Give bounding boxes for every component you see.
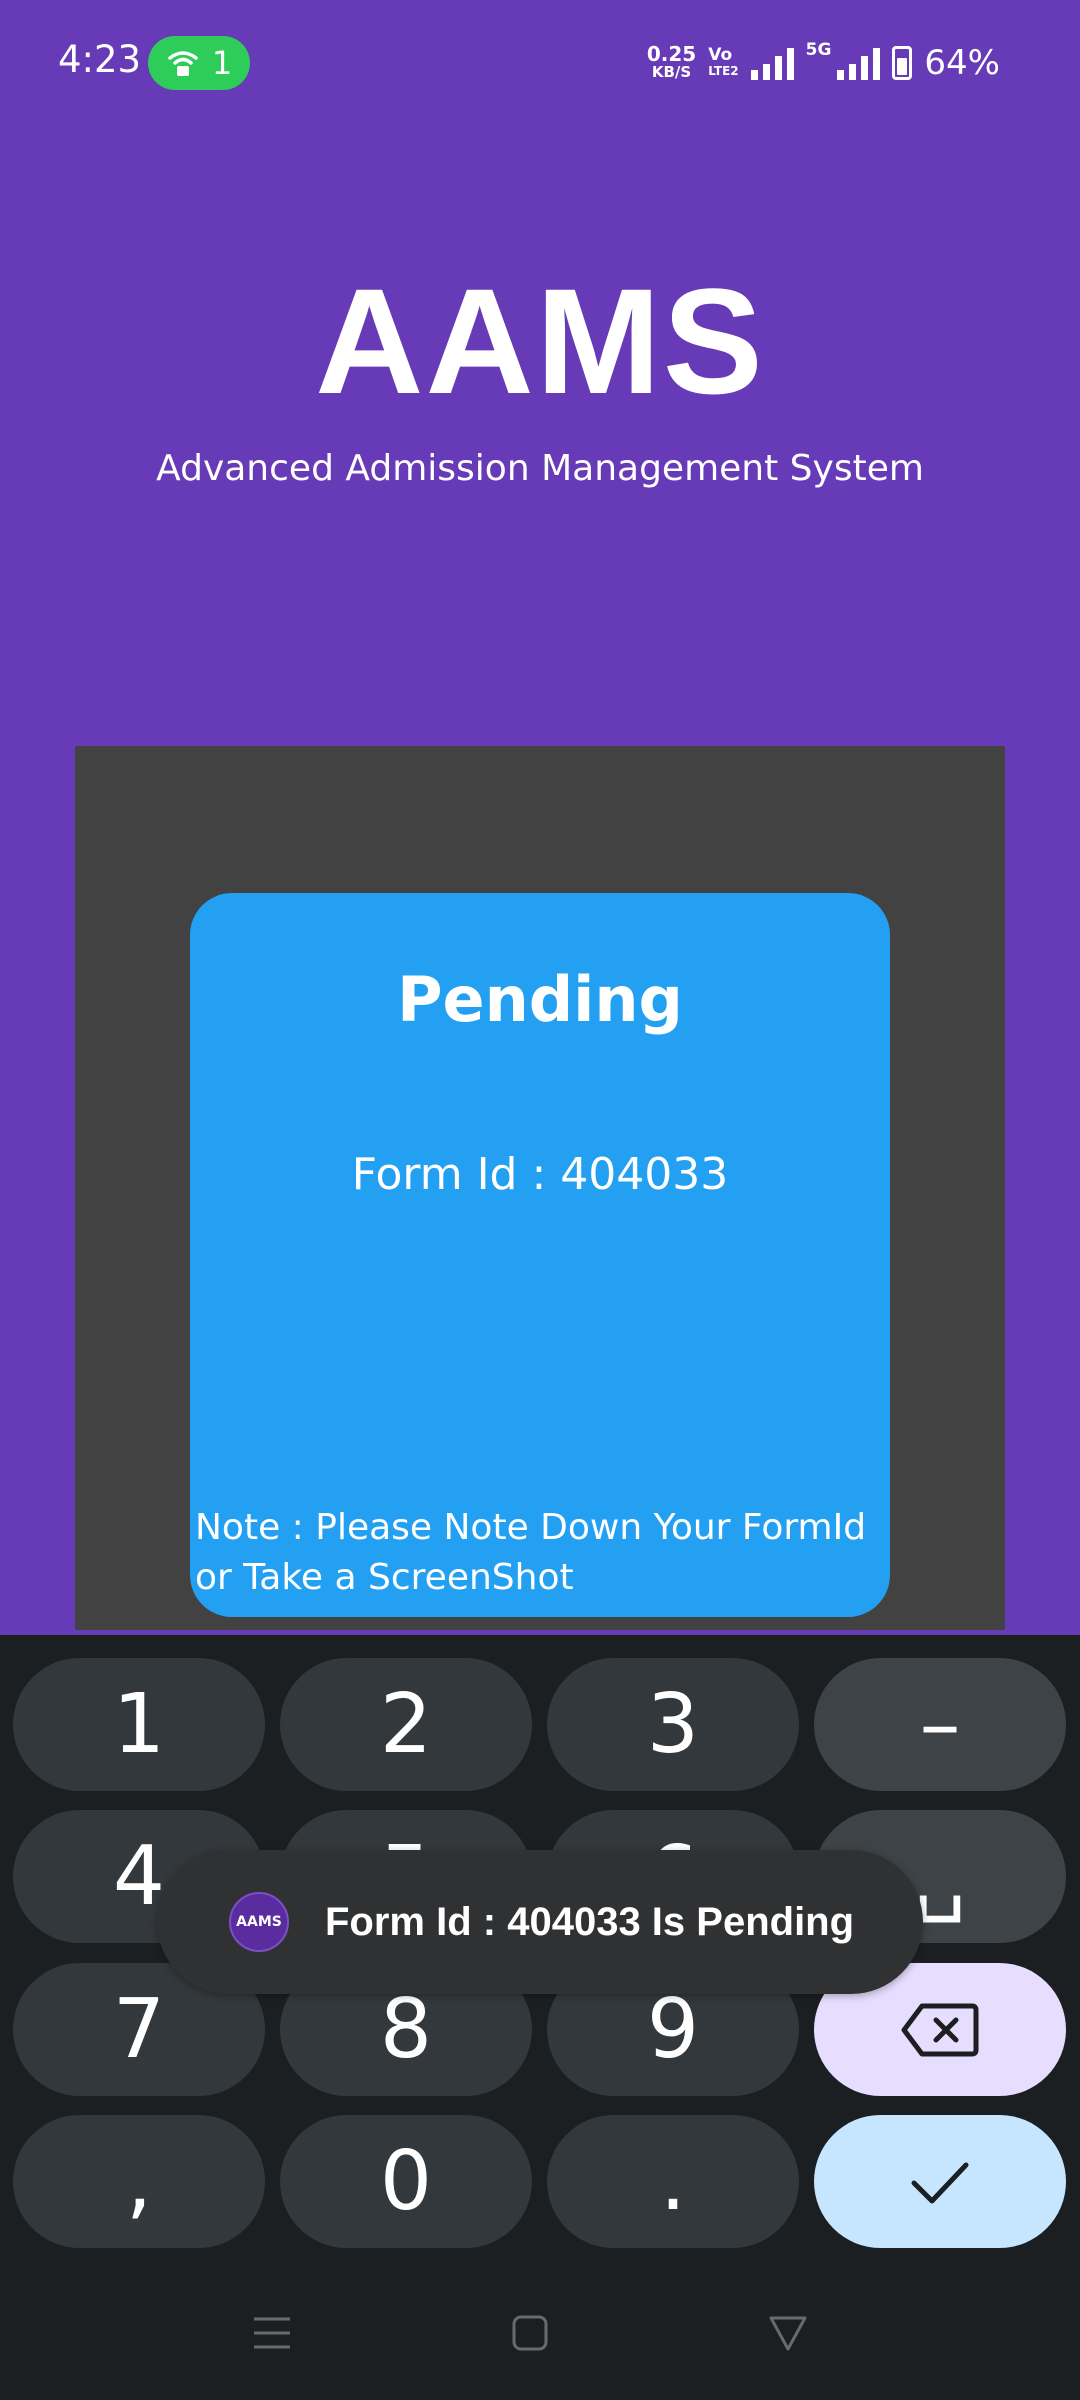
navigation-bar (0, 2265, 1080, 2400)
key-3[interactable]: 3 (547, 1658, 799, 1791)
key-period[interactable]: . (547, 2115, 799, 2248)
battery-percent: 64% (924, 43, 1000, 83)
key-1[interactable]: 1 (13, 1658, 265, 1791)
toast-text: Form Id : 404033 Is Pending (325, 1900, 855, 1944)
toast-message: AAMS Form Id : 404033 Is Pending (157, 1850, 923, 1994)
hotspot-icon (168, 51, 198, 76)
key-2[interactable]: 2 (280, 1658, 532, 1791)
speed-unit: KB/S (651, 63, 692, 81)
status-bar: 4:23 1 0.25 KB/S Vo LTE2 5G 64% (0, 0, 1080, 128)
battery-icon (892, 46, 913, 80)
checkmark-icon (911, 2162, 969, 2203)
key-0[interactable]: 0 (280, 2115, 532, 2248)
app-title: AAMS (315, 257, 765, 425)
status-title: Pending (397, 963, 683, 1036)
volte-bottom: LTE2 (708, 64, 739, 78)
note-text: Note : Please Note Down Your FormId or T… (195, 1507, 867, 1598)
hotspot-indicator: 1 (148, 36, 250, 90)
backspace-icon (901, 2003, 979, 2056)
back-icon (769, 2316, 807, 2351)
menu-icon (254, 2317, 290, 2349)
form-id-label: Form Id : 404033 (351, 1149, 729, 1200)
home-icon (512, 2315, 548, 2351)
key-minus[interactable]: – (814, 1658, 1066, 1791)
done-button[interactable] (814, 2115, 1066, 2248)
signal-icon (750, 46, 794, 80)
app-logo-icon: AAMS (229, 1892, 289, 1952)
volte-top: Vo (708, 45, 733, 65)
status-time: 4:23 (58, 38, 142, 81)
hotspot-count: 1 (211, 44, 233, 82)
app-subtitle: Advanced Admission Management System (156, 448, 924, 489)
network-speed: 0.25 KB/S (646, 42, 697, 81)
signal-5g-icon (837, 46, 881, 80)
nav-menu-button[interactable] (242, 2305, 302, 2361)
network-type: 5G (805, 40, 832, 60)
status-card: Pending Form Id : 404033 Note : Please N… (190, 893, 890, 1617)
status-icons: 0.25 KB/S Vo LTE2 5G 64% (647, 40, 1000, 86)
nav-back-button[interactable] (758, 2305, 818, 2361)
volte-indicator: Vo LTE2 (708, 47, 738, 79)
speed-value: 0.25 (646, 42, 697, 66)
nav-home-button[interactable] (500, 2305, 560, 2361)
key-comma[interactable]: , (13, 2115, 265, 2248)
